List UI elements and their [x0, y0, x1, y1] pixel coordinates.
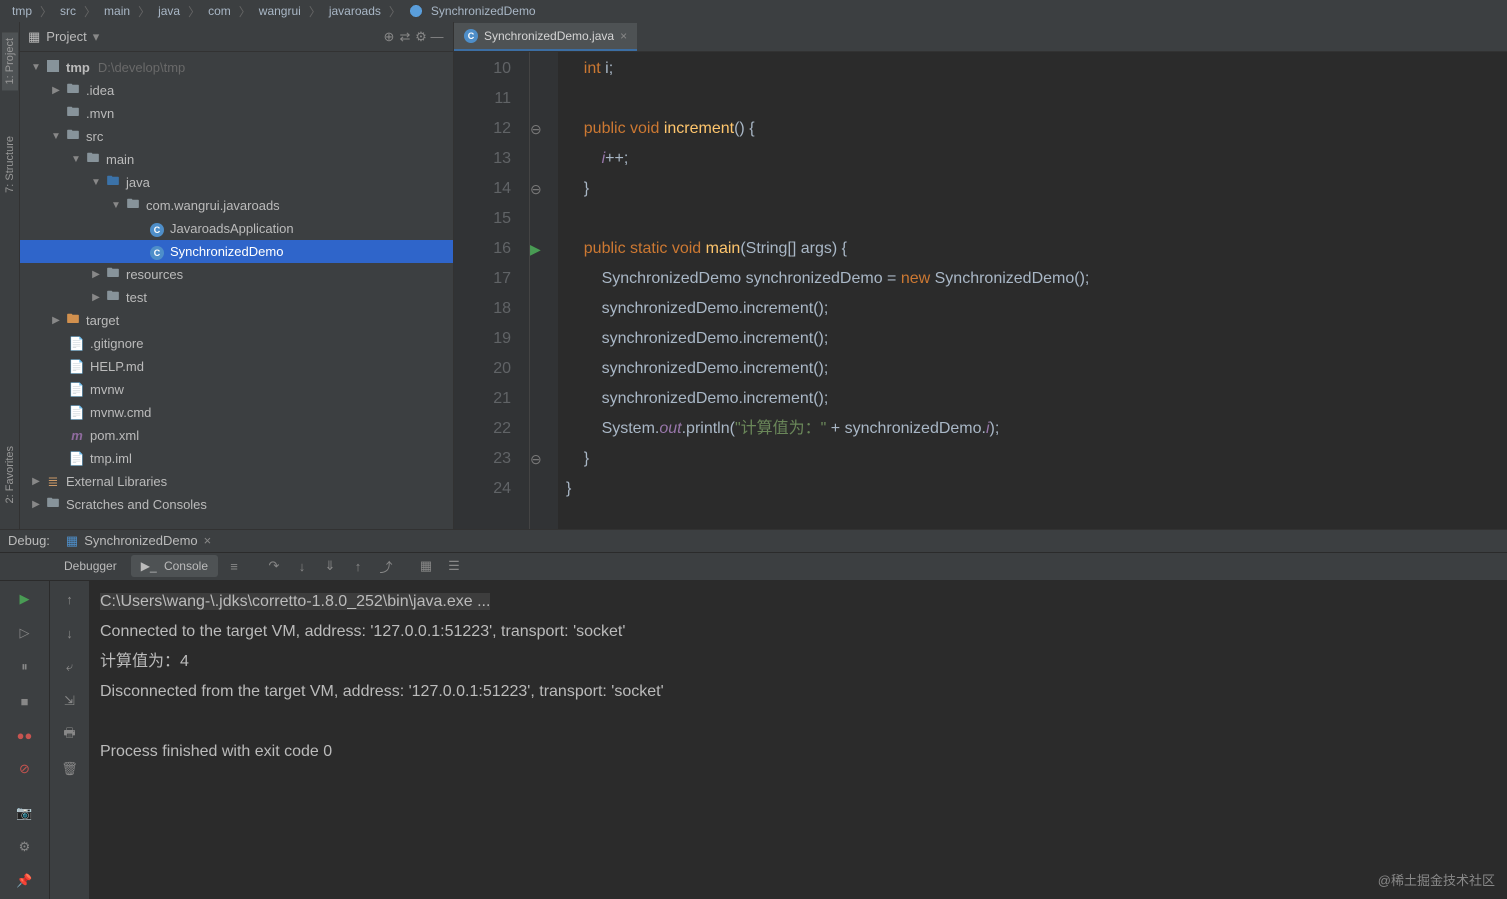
watermark: @稀土掘金技术社区: [1378, 870, 1495, 889]
tree-file[interactable]: 📄tmp.iml: [20, 447, 453, 470]
force-step-into-icon[interactable]: ⇓: [318, 554, 342, 578]
debug-label: Debug:: [8, 533, 50, 548]
clear-icon[interactable]: 🗑: [58, 757, 82, 781]
class-icon: [409, 4, 423, 18]
tree-node-selected[interactable]: CSynchronizedDemo: [20, 240, 453, 263]
tree-node[interactable]: 🖿.mvn: [20, 102, 453, 125]
tree-node[interactable]: ▼🖿com.wangrui.javaroads: [20, 194, 453, 217]
sidebar-tab-favorites[interactable]: 2: Favorites: [2, 440, 18, 509]
tree-file[interactable]: 📄.gitignore: [20, 332, 453, 355]
debug-toolbar: Debugger ▶_ Console ≡ ↷ ↓ ⇓ ↑ ⤴ ▦ ☰: [0, 553, 1507, 581]
editor-tab-label: SynchronizedDemo.java: [484, 29, 614, 43]
breakpoints-icon[interactable]: ●●: [13, 723, 37, 747]
tree-node[interactable]: CJavaroadsApplication: [20, 217, 453, 240]
tree-node[interactable]: ▶🖿Scratches and Consoles: [20, 493, 453, 516]
tree-node[interactable]: ▶🖿test: [20, 286, 453, 309]
bc-item[interactable]: tmp: [8, 4, 36, 18]
bc-item[interactable]: java: [154, 4, 184, 18]
gear-icon[interactable]: ⚙: [413, 29, 429, 45]
tree-root[interactable]: ▼ tmp D:\develop\tmp: [20, 56, 453, 79]
bc-item[interactable]: javaroads: [325, 4, 385, 18]
sidebar-tab-structure[interactable]: 7: Structure: [2, 130, 18, 199]
left-toolstrip: 1: Project 7: Structure 2: Favorites: [0, 22, 20, 529]
project-icon: ▦: [28, 29, 40, 45]
bc-class-label: SynchronizedDemo: [427, 4, 540, 18]
editor-body[interactable]: 101112131415161718192021222324 ⊖⊖▶⊖ int …: [454, 52, 1507, 529]
editor-tabs: C SynchronizedDemo.java ×: [454, 22, 1507, 52]
tree-node[interactable]: ▶🖿.idea: [20, 79, 453, 102]
debug-left-toolbar: ▶ ▷ ⏸ ■ ●● ⊘ 📷 ⚙ 📌: [0, 581, 50, 899]
debug-config-tab[interactable]: ▦ SynchronizedDemo ×: [58, 531, 219, 551]
tree-node[interactable]: ▼🖿src: [20, 125, 453, 148]
class-icon: C: [464, 29, 478, 43]
tree-node[interactable]: ▶🖿target: [20, 309, 453, 332]
close-icon[interactable]: ×: [204, 533, 212, 548]
chevron-down-icon[interactable]: ▾: [93, 29, 100, 45]
step-into-icon[interactable]: ↓: [290, 554, 314, 578]
code-area[interactable]: int i; public void increment() { i++; } …: [558, 52, 1507, 529]
collapse-icon[interactable]: ⇄: [397, 29, 413, 45]
editor-tab[interactable]: C SynchronizedDemo.java ×: [454, 23, 637, 51]
bc-item[interactable]: main: [100, 4, 134, 18]
step-over-icon[interactable]: ↷: [262, 554, 286, 578]
class-icon: C: [150, 223, 164, 237]
debug-tab-label: SynchronizedDemo: [84, 533, 197, 548]
console-icon: ▶_: [141, 559, 157, 573]
project-tree[interactable]: ▼ tmp D:\develop\tmp ▶🖿.idea 🖿.mvn ▼🖿src…: [20, 52, 453, 529]
print-icon[interactable]: 🖶: [58, 723, 82, 747]
threads-icon[interactable]: ≡: [222, 554, 246, 578]
root-path: D:\develop\tmp: [98, 60, 185, 75]
soft-wrap-icon[interactable]: ⤶: [58, 655, 82, 679]
console-button[interactable]: ▶_ Console: [131, 555, 218, 577]
tree-node[interactable]: ▶≣External Libraries: [20, 470, 453, 493]
down-icon[interactable]: ↓: [58, 621, 82, 645]
settings-icon[interactable]: ⚙: [13, 835, 37, 859]
hide-icon[interactable]: —: [429, 29, 445, 45]
gutter-line-numbers: 101112131415161718192021222324: [454, 52, 530, 529]
bc-item[interactable]: src: [56, 4, 80, 18]
close-icon[interactable]: ×: [620, 29, 627, 43]
app-icon: ▦: [66, 533, 78, 549]
camera-icon[interactable]: 📷: [13, 801, 37, 825]
debugger-button[interactable]: Debugger: [54, 555, 127, 577]
console-output[interactable]: C:\Users\wang-\.jdks\corretto-1.8.0_252\…: [90, 581, 1507, 899]
trace-icon[interactable]: ☰: [442, 554, 466, 578]
bc-item[interactable]: com: [204, 4, 235, 18]
editor-area: C SynchronizedDemo.java × 10111213141516…: [454, 22, 1507, 529]
step-out-icon[interactable]: ↑: [346, 554, 370, 578]
stop-icon[interactable]: ■: [13, 689, 37, 713]
rerun-icon[interactable]: ▶: [13, 587, 37, 611]
pause-icon[interactable]: ⏸: [13, 655, 37, 679]
tree-node[interactable]: ▶🖿resources: [20, 263, 453, 286]
tree-file[interactable]: 📄mvnw.cmd: [20, 401, 453, 424]
tree-file[interactable]: mpom.xml: [20, 424, 453, 447]
bc-class[interactable]: SynchronizedDemo: [405, 4, 544, 18]
gutter-markers[interactable]: ⊖⊖▶⊖: [530, 52, 558, 529]
eval-icon[interactable]: ▦: [414, 554, 438, 578]
project-title: Project: [46, 29, 86, 44]
tree-node[interactable]: ▼🖿java: [20, 171, 453, 194]
tree-node[interactable]: ▼🖿main: [20, 148, 453, 171]
project-panel: ▦ Project ▾ ⊕ ⇄ ⚙ — ▼ tmp D:\develop\tmp…: [20, 22, 454, 529]
root-name: tmp: [66, 60, 90, 75]
project-header: ▦ Project ▾ ⊕ ⇄ ⚙ —: [20, 22, 453, 52]
debug-panel: Debug: ▦ SynchronizedDemo × Debugger ▶_ …: [0, 529, 1507, 899]
tree-file[interactable]: 📄mvnw: [20, 378, 453, 401]
tree-file[interactable]: 📄HELP.md: [20, 355, 453, 378]
drop-frame-icon[interactable]: ⤴: [374, 554, 398, 578]
bc-item[interactable]: wangrui: [255, 4, 305, 18]
breadcrumb: tmp〉 src〉 main〉 java〉 com〉 wangrui〉 java…: [0, 0, 1507, 22]
sidebar-tab-project[interactable]: 1: Project: [2, 32, 18, 90]
scroll-end-icon[interactable]: ⇲: [58, 689, 82, 713]
debug-header: Debug: ▦ SynchronizedDemo ×: [0, 530, 1507, 553]
scroll-to-icon[interactable]: ⊕: [381, 29, 397, 45]
mute-breakpoints-icon[interactable]: ⊘: [13, 757, 37, 781]
pin-icon[interactable]: 📌: [13, 869, 37, 893]
console-left-toolbar: ↑ ↓ ⤶ ⇲ 🖶 🗑: [50, 581, 90, 899]
class-icon: C: [150, 246, 164, 260]
resume-icon[interactable]: ▷: [13, 621, 37, 645]
up-icon[interactable]: ↑: [58, 587, 82, 611]
